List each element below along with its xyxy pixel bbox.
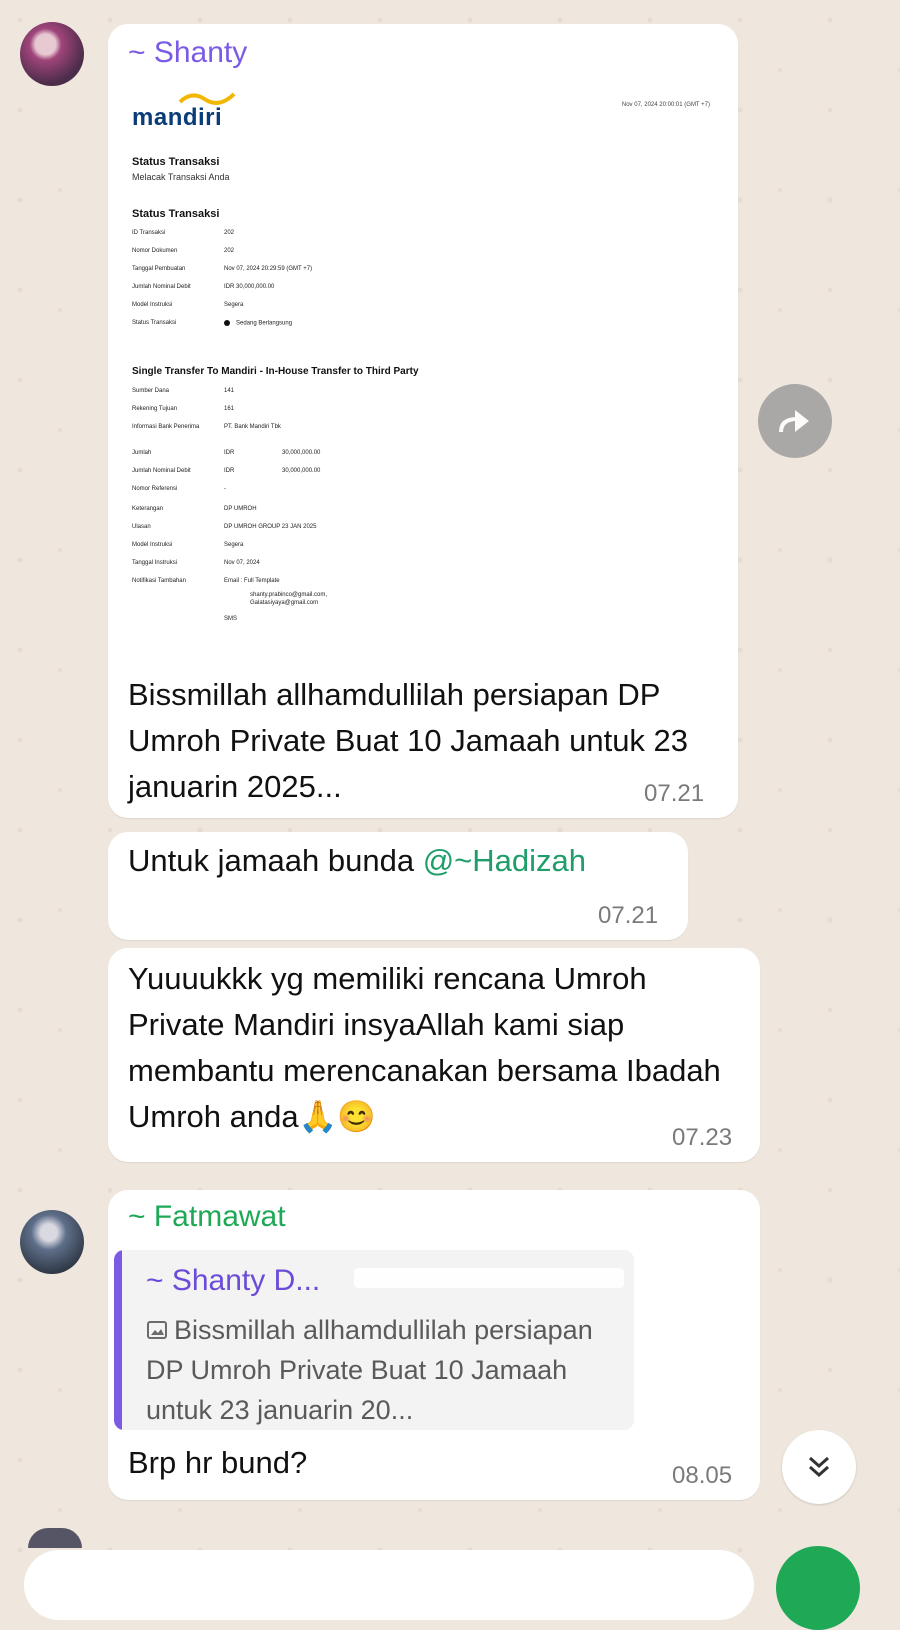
transfer-row: Model Instruksi Segera <box>132 542 244 548</box>
email-line: Galatasiyaya@gmail.com <box>250 600 319 606</box>
transfer-row: Tanggal Instruksi Nov 07, 2024 <box>132 560 260 566</box>
status-dot-icon <box>224 320 230 326</box>
quoted-message[interactable]: ~ Shanty D... Bissmillah allhamdullilah … <box>114 1250 634 1430</box>
transfer-row: Jumlah Nominal Debit IDR 30,000,000.00 <box>132 468 321 474</box>
message-text: Brp hr bund? <box>128 1445 308 1480</box>
forward-icon <box>779 410 809 433</box>
avatar-fatmawat[interactable] <box>20 1210 84 1274</box>
message-time: 07.21 <box>644 780 705 807</box>
transfer-row: Ulasan DP UMROH GROUP 23 JAN 2025 <box>132 524 317 530</box>
redacted-phone <box>266 46 716 66</box>
message-input-bar[interactable] <box>24 1550 754 1620</box>
sms-line: SMS <box>224 616 238 622</box>
message-time: 08.05 <box>672 1462 733 1489</box>
image-icon <box>147 1321 167 1339</box>
quoted-text: Bissmillah allhamdullilah persiapan DP U… <box>146 1315 593 1425</box>
avatar-shanty[interactable] <box>20 22 84 86</box>
transfer-row: Jumlah IDR 30,000,000.00 <box>132 450 321 456</box>
message-bubble-3[interactable]: Yuuuukkk yg memiliki rencana Umroh Priva… <box>108 948 760 1162</box>
status-row: ID Transaksi 202 <box>132 230 235 236</box>
receipt-title: Status Transaksi <box>132 156 220 168</box>
mandiri-logo: mandiri <box>132 104 223 131</box>
scroll-down-button[interactable] <box>782 1430 856 1504</box>
transfer-row: Informasi Bank Penerima PT. Bank Mandiri … <box>132 424 281 430</box>
quote-accent-bar <box>114 1250 122 1430</box>
transfer-row: Rekening Tujuan 161 <box>132 406 235 412</box>
receipt-date: Nov 07, 2024 20:00:01 (GMT +7) <box>621 102 710 108</box>
transfer-row: Nomor Referensi - <box>132 486 226 492</box>
sender-name[interactable]: ~ Fatmawat <box>128 1200 286 1234</box>
message-text: Bissmillah allhamdullilah persiapan DP U… <box>128 677 689 804</box>
mention-link[interactable]: @~Hadizah <box>423 843 586 878</box>
emoji-pray-smile: 🙏😊 <box>298 1099 376 1134</box>
avatar-next[interactable] <box>28 1528 82 1548</box>
transfer-section-title: Single Transfer To Mandiri - In-House Tr… <box>132 366 419 377</box>
redacted-phone <box>298 1210 738 1230</box>
status-section-title: Status Transaksi <box>132 208 220 220</box>
status-row: Tanggal Pembuatan Nov 07, 2024 20:29:59 (… <box>132 266 313 272</box>
status-row: Status Transaksi Sedang Berlangsung <box>132 320 293 327</box>
message-text: Untuk jamaah bunda @~Hadizah <box>128 843 587 878</box>
send-button[interactable] <box>776 1546 860 1630</box>
quoted-sender: ~ Shanty D... <box>146 1264 321 1297</box>
transfer-row: Keterangan DP UMROH <box>132 506 257 512</box>
status-row: Nomor Dokumen 202 <box>132 248 235 254</box>
status-row: Jumlah Nominal Debit IDR 30,000,000.00 <box>132 284 275 290</box>
double-chevron-down-icon <box>809 1456 829 1478</box>
transfer-row: Notifikasi Tambahan Email : Full Template <box>132 578 280 584</box>
redacted-phone <box>354 1268 624 1288</box>
sender-name[interactable]: ~ Shanty <box>128 36 247 70</box>
forward-button[interactable] <box>758 384 832 458</box>
message-time: 07.23 <box>672 1124 733 1151</box>
transfer-row: Sumber Dana 141 <box>132 388 235 394</box>
message-time: 07.21 <box>598 902 659 929</box>
transfer-receipt-image[interactable]: mandiri Nov 07, 2024 20:00:01 (GMT +7) S… <box>110 80 730 660</box>
message-text: Yuuuukkk yg memiliki rencana Umroh Priva… <box>128 961 721 1134</box>
message-bubble-2[interactable]: Untuk jamaah bunda @~Hadizah 07.21 <box>108 832 688 940</box>
receipt-subtitle: Melacak Transaksi Anda <box>132 172 230 182</box>
status-row: Model Instruksi Segera <box>132 302 244 308</box>
